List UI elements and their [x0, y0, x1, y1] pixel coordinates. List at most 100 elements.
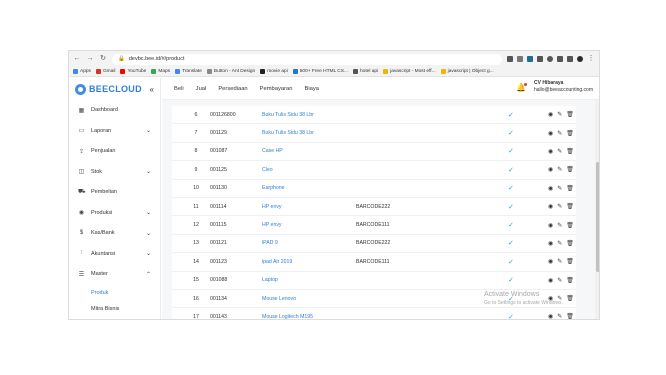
product-name-link[interactable]: Buku Tulis Sidu 38 Lbr [262, 112, 314, 118]
product-name-link[interactable]: iPAD 9 [262, 240, 278, 246]
product-name-link[interactable]: ipad Air 2019 [262, 259, 292, 265]
bookmark[interactable]: Maps [151, 69, 170, 74]
scrollbar[interactable] [595, 100, 599, 319]
bookmark[interactable]: Apps [73, 69, 91, 74]
view-icon[interactable]: ◉ [548, 313, 553, 319]
nav-jual[interactable]: Jual [196, 86, 207, 92]
edit-icon[interactable]: ✎ [557, 258, 562, 265]
bookmark[interactable]: Gmail [95, 69, 115, 74]
bookmark[interactable]: hotel api [352, 69, 378, 74]
reload-icon[interactable]: ↻ [99, 51, 107, 67]
product-name-link[interactable]: HP envy [262, 222, 282, 228]
product-name-link[interactable]: HP envy [262, 204, 282, 210]
delete-icon[interactable]: 🗑 [566, 295, 574, 302]
delete-icon[interactable]: 🗑 [566, 258, 574, 265]
address-bar[interactable]: 🔒 devbc.bee.id/#/product [112, 53, 502, 65]
sidebar-item-pembelian[interactable]: ⛟ Pembelian [69, 182, 160, 203]
product-name-link[interactable]: Cleo [262, 167, 273, 173]
bookmark[interactable]: movie api [260, 69, 288, 74]
delete-icon[interactable]: 🗑 [566, 222, 574, 229]
sidebar-item-penjualan[interactable]: ⇪ Penjualan [69, 141, 160, 162]
delete-icon[interactable]: 🗑 [566, 111, 574, 118]
table-row[interactable]: 6 001126800 Buku Tulis Sidu 38 Lbr ✓ ◉ ✎ 🗑 [172, 106, 576, 125]
delete-icon[interactable]: 🗑 [566, 240, 574, 247]
bookmark[interactable]: Button - Ant Design [206, 69, 255, 74]
collapse-sidebar-icon[interactable]: « [150, 85, 154, 94]
delete-icon[interactable]: 🗑 [566, 148, 574, 155]
edit-icon[interactable]: ✎ [557, 240, 562, 247]
table-row[interactable]: 17 001143 Mouse Logitech M195 ✓ ◉ ✎ 🗑 [172, 308, 576, 319]
view-icon[interactable]: ◉ [548, 277, 553, 284]
sidebar-item-produksi[interactable]: ◉ Produksi ⌄ [69, 203, 160, 224]
nav-biaya[interactable]: Biaya [305, 86, 320, 92]
bookmark[interactable]: 500+ Free HTML CS... [292, 69, 348, 74]
delete-icon[interactable]: 🗑 [566, 313, 574, 319]
view-icon[interactable]: ◉ [548, 258, 553, 265]
delete-icon[interactable]: 🗑 [566, 130, 574, 137]
product-name-link[interactable]: Buku Tulis Sidu 38 Lbr [262, 130, 314, 136]
sidebar-item-dashboard[interactable]: ▦ Dashboard [69, 100, 160, 121]
edit-icon[interactable]: ✎ [557, 185, 562, 192]
user-area[interactable]: 🔔 CV Hibaraya hallo@beeaccounting.com [516, 80, 593, 94]
table-row[interactable]: 15 001088 Laptop ✓ ◉ ✎ 🗑 [172, 271, 576, 290]
view-icon[interactable]: ◉ [548, 222, 553, 229]
edit-icon[interactable]: ✎ [557, 277, 562, 284]
table-row[interactable]: 14 001123 ipad Air 2019 BARCODE111 ✓ ◉ ✎ 🗑 [172, 253, 576, 272]
kebab-menu-icon[interactable]: ⋮ [587, 51, 595, 67]
back-icon[interactable]: ← [73, 51, 81, 67]
bell-icon[interactable]: 🔔 [516, 82, 527, 92]
view-icon[interactable]: ◉ [548, 185, 553, 192]
sidebar-item-kasbank[interactable]: $ Kas/Bank ⌄ [69, 223, 160, 244]
profile-avatar-icon[interactable] [577, 56, 583, 62]
table-row[interactable]: 11 001114 HP envy BARCODE222 ✓ ◉ ✎ 🗑 [172, 197, 576, 217]
edit-icon[interactable]: ✎ [557, 203, 562, 210]
extension-icon[interactable] [537, 56, 543, 62]
view-icon[interactable]: ◉ [548, 166, 553, 173]
view-icon[interactable]: ◉ [548, 111, 553, 118]
sidebar-item-laporan[interactable]: ▭ Laporan ⌄ [69, 121, 160, 142]
table-row[interactable]: 12 001115 HP envy BARCODE111 ✓ ◉ ✎ 🗑 [172, 216, 576, 235]
bookmark[interactable]: YouTube [120, 69, 146, 74]
product-name-link[interactable]: Laptop [262, 277, 278, 283]
product-name-link[interactable]: Case HP [262, 148, 283, 154]
table-row[interactable]: 10 001130 Earphone ✓ ◉ ✎ 🗑 [172, 179, 576, 198]
bookmark[interactable]: javascript | Object g... [440, 69, 494, 74]
edit-icon[interactable]: ✎ [557, 130, 562, 137]
submenu-item-produk[interactable]: Produk [69, 285, 160, 301]
table-row[interactable]: 9 001125 Cleo ✓ ◉ ✎ 🗑 [172, 161, 576, 180]
view-icon[interactable]: ◉ [548, 240, 553, 247]
bookmark[interactable]: javascript - Most eff... [383, 69, 436, 74]
submenu-item-mitrabisnis[interactable]: Mitra Bisnis [69, 301, 160, 317]
sidebar-item-stok[interactable]: ◫ Stok ⌄ [69, 162, 160, 183]
view-icon[interactable]: ◉ [548, 203, 553, 210]
share-icon[interactable] [507, 56, 513, 62]
extension-icon[interactable] [527, 56, 533, 62]
delete-icon[interactable]: 🗑 [566, 203, 574, 210]
edit-icon[interactable]: ✎ [557, 166, 562, 173]
product-name-link[interactable]: Earphone [262, 185, 285, 191]
forward-icon[interactable]: → [86, 51, 94, 67]
bookmark[interactable]: Translate [175, 69, 202, 74]
puzzle-icon[interactable] [557, 56, 563, 62]
product-name-link[interactable]: Mouse Logitech M195 [262, 314, 313, 319]
delete-icon[interactable]: 🗑 [566, 166, 574, 173]
scrollbar-thumb[interactable] [596, 162, 599, 272]
extension-icon[interactable] [547, 56, 553, 62]
table-row[interactable]: 7 001129 Buku Tulis Sidu 38 Lbr ✓ ◉ ✎ 🗑 [172, 124, 576, 143]
nav-beli[interactable]: Beli [174, 86, 184, 92]
product-name-link[interactable]: Mouse Lenovo [262, 296, 296, 302]
sidebar-item-akuntansi[interactable]: ⫶ Akuntansi ⌄ [69, 244, 160, 265]
edit-icon[interactable]: ✎ [557, 313, 562, 319]
table-row[interactable]: 13 001121 iPAD 9 BARCODE222 ✓ ◉ ✎ 🗑 [172, 234, 576, 254]
delete-icon[interactable]: 🗑 [566, 277, 574, 284]
sidebar-icon[interactable] [567, 56, 573, 62]
nav-persediaan[interactable]: Persediaan [218, 86, 247, 92]
edit-icon[interactable]: ✎ [557, 222, 562, 229]
sidebar-item-master[interactable]: ☰ Master ⌃ [69, 264, 160, 285]
nav-pembayaran[interactable]: Pembayaran [260, 86, 293, 92]
view-icon[interactable]: ◉ [548, 130, 553, 137]
edit-icon[interactable]: ✎ [557, 111, 562, 118]
edit-icon[interactable]: ✎ [557, 148, 562, 155]
delete-icon[interactable]: 🗑 [566, 185, 574, 192]
star-icon[interactable] [517, 56, 523, 62]
